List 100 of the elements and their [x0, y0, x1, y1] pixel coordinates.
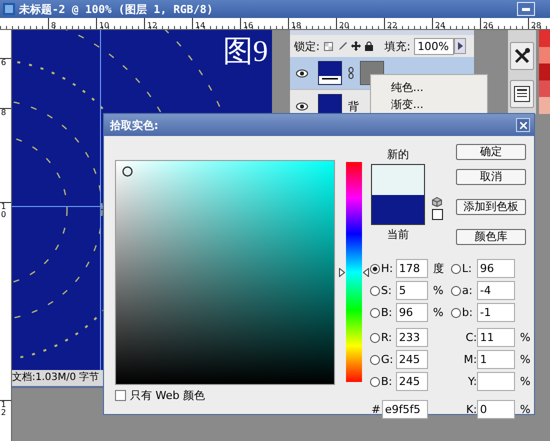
- unit-label: %: [433, 306, 444, 319]
- minimize-icon: [522, 8, 530, 10]
- web-colors-checkbox[interactable]: [115, 390, 126, 401]
- field-label: B:: [381, 375, 394, 388]
- ruler-label: 20: [338, 21, 350, 29]
- fill-label: 填充:: [384, 38, 410, 54]
- transparency-lock-icon: [324, 42, 333, 50]
- close-icon: [520, 122, 526, 128]
- eye-icon: [296, 102, 308, 110]
- web-safe-swatch-icon: [432, 209, 442, 220]
- ruler-label: 22: [386, 21, 398, 29]
- document-button[interactable]: [510, 80, 534, 108]
- value-field[interactable]: [477, 372, 515, 391]
- field-label: B:: [381, 306, 394, 319]
- chain-link-icon: [348, 67, 354, 79]
- ruler-label: 6: [1, 59, 7, 67]
- value-field[interactable]: -1: [477, 303, 515, 322]
- cube-icon: [432, 197, 442, 207]
- ruler-label: 14: [194, 21, 206, 29]
- unit-label: %: [520, 331, 530, 344]
- app-icon: [3, 3, 15, 15]
- eye-icon: [296, 68, 308, 78]
- value-field[interactable]: 0: [477, 400, 515, 419]
- ruler-label: 28: [530, 21, 542, 29]
- radio-button[interactable]: [370, 354, 380, 364]
- hue-slider[interactable]: [338, 160, 370, 384]
- value-field[interactable]: 233: [396, 328, 428, 347]
- dialog-button[interactable]: 颜色库: [456, 229, 526, 245]
- value-field[interactable]: 96: [396, 303, 428, 322]
- field-label: S:: [381, 284, 393, 297]
- field-label: Y:: [467, 375, 477, 388]
- close-button[interactable]: [516, 118, 530, 132]
- field-label: M:: [462, 353, 477, 366]
- move-icon: [350, 41, 361, 51]
- value-field[interactable]: 96: [477, 259, 515, 278]
- value-field[interactable]: 1: [477, 350, 515, 369]
- hue-slider-thumb[interactable]: [339, 268, 369, 278]
- document-size-info: 文档:1.03M/0 字节: [12, 372, 100, 383]
- canvas-caption: 图9: [223, 34, 268, 70]
- minimize-button[interactable]: [517, 2, 535, 16]
- window-title: 未标题-2 @ 100% (图层 1, RGB/8): [19, 2, 214, 16]
- color-field[interactable]: [115, 160, 335, 385]
- unit-label: %: [520, 353, 530, 366]
- tools-button[interactable]: [510, 42, 534, 70]
- radio-button[interactable]: [370, 286, 380, 296]
- caret-icon: [458, 42, 463, 50]
- lock-label: 锁定:: [294, 38, 320, 54]
- value-field[interactable]: 5: [396, 281, 428, 300]
- checkbox-label: 只有 Web 颜色: [130, 388, 205, 403]
- field-label: G:: [381, 353, 394, 366]
- radio-button[interactable]: [370, 332, 380, 342]
- ruler-label: 26: [482, 21, 494, 29]
- hex-label: #: [370, 403, 382, 416]
- wrench-screwdriver-icon: [513, 47, 531, 65]
- dialog-title: 拾取实色:: [110, 118, 158, 132]
- ruler-label: 8: [1, 109, 7, 117]
- value-field[interactable]: 245: [396, 372, 428, 391]
- radio-button[interactable]: [370, 264, 380, 274]
- current-color-label: 当前: [387, 228, 409, 241]
- radio-button[interactable]: [451, 286, 461, 296]
- new-color-label: 新的: [387, 148, 409, 161]
- field-label: R:: [381, 331, 394, 344]
- fill-arrow-button[interactable]: [454, 38, 466, 54]
- ruler-label: 10: [98, 21, 110, 29]
- dialog-button[interactable]: 确定: [456, 144, 526, 160]
- ruler-label: 18: [290, 21, 302, 29]
- dialog-button[interactable]: 取消: [456, 169, 526, 185]
- ruler-label: 10: [1, 203, 7, 219]
- unit-label: %: [520, 403, 530, 416]
- menu-item[interactable]: 渐变...: [371, 96, 487, 113]
- hex-field[interactable]: e9f5f5: [382, 400, 428, 419]
- value-field[interactable]: 245: [396, 350, 428, 369]
- layer-thumbnail-icon: [318, 61, 342, 85]
- field-label: b:: [462, 306, 474, 319]
- dialog-button[interactable]: 添加到色板: [456, 199, 526, 215]
- value-field[interactable]: 178: [396, 259, 428, 278]
- field-label: C:: [464, 331, 477, 344]
- radio-button[interactable]: [451, 264, 461, 274]
- ruler-label: 16: [242, 21, 254, 29]
- ruler-label: 12: [1, 401, 7, 417]
- document-icon: [514, 86, 530, 102]
- brush-icon: [336, 41, 347, 51]
- fill-field[interactable]: 100%: [414, 38, 454, 54]
- field-label: K:: [465, 403, 477, 416]
- picker-cursor-icon: [122, 166, 133, 177]
- radio-button[interactable]: [370, 376, 380, 386]
- menu-item[interactable]: 纯色...: [371, 79, 487, 96]
- radio-button[interactable]: [370, 308, 380, 318]
- ruler-label: 8: [50, 21, 56, 29]
- unit-label: 度: [433, 261, 444, 276]
- unit-label: %: [433, 284, 444, 297]
- lock-icon: [364, 41, 373, 51]
- radio-button[interactable]: [451, 308, 461, 318]
- field-label: a:: [462, 284, 474, 297]
- value-field[interactable]: -4: [477, 281, 515, 300]
- unit-label: %: [520, 375, 530, 388]
- ruler-label: 12: [146, 21, 158, 29]
- field-label: H:: [381, 262, 394, 275]
- field-label: L:: [462, 262, 473, 275]
- value-field[interactable]: 11: [477, 328, 515, 347]
